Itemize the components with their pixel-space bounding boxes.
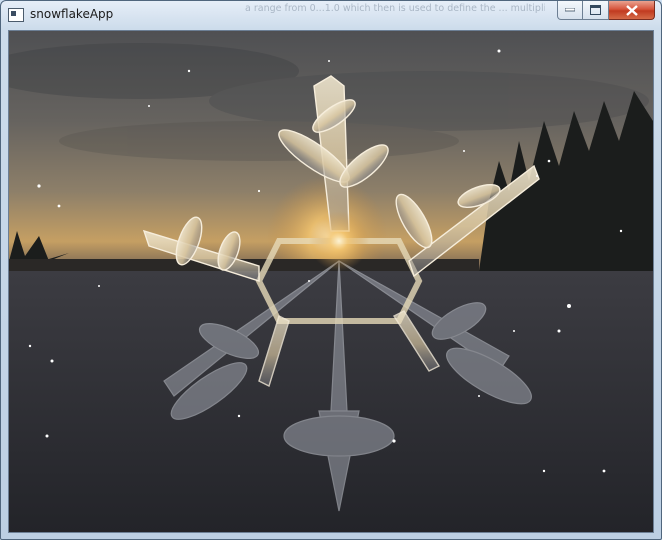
maximize-icon [590,5,601,15]
background-window-text: a range from 0...1.0 which then is used … [245,3,545,14]
minimize-icon [565,8,575,12]
minimize-button[interactable] [557,1,583,20]
window-controls [557,1,655,21]
render-canvas[interactable] [8,30,654,533]
close-button[interactable] [609,1,655,20]
app-icon[interactable] [8,8,24,22]
close-icon [625,4,638,16]
maximize-button[interactable] [583,1,609,20]
app-window: a range from 0...1.0 which then is used … [0,0,662,540]
window-title: snowflakeApp [30,7,114,21]
title-bar[interactable]: a range from 0...1.0 which then is used … [1,1,661,30]
scene-graphic [9,31,653,532]
